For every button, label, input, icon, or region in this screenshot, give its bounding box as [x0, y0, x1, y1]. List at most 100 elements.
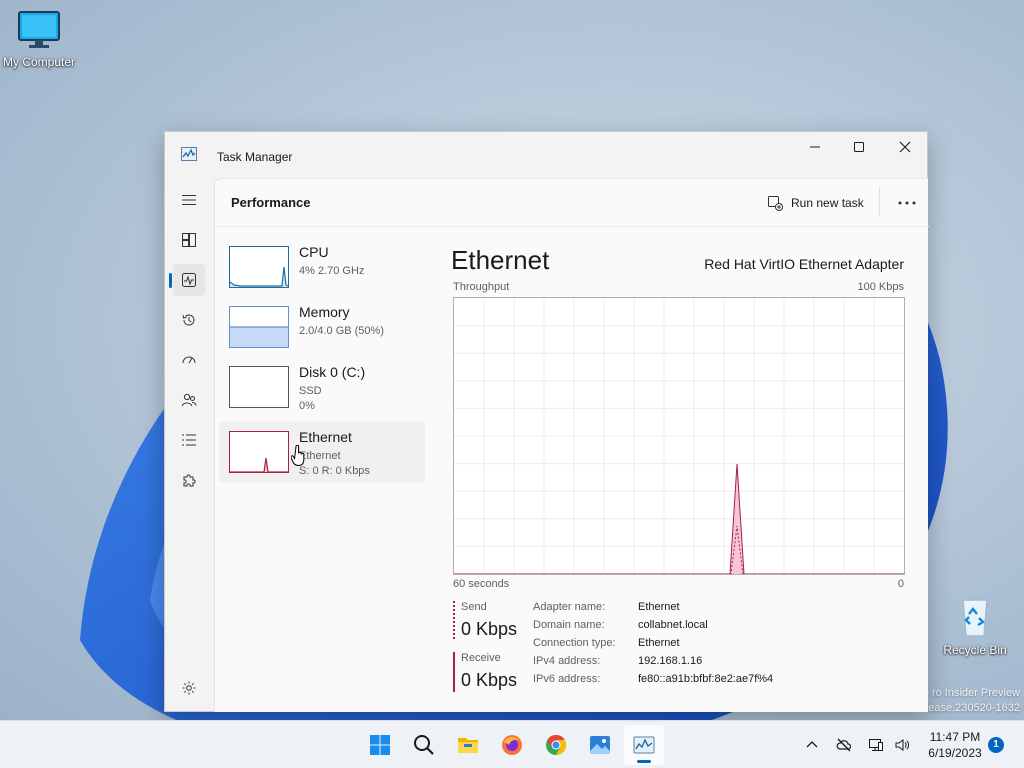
throughput-chart — [454, 298, 904, 574]
send-label: Send — [461, 601, 487, 613]
ethernet-thumbnail-graph — [229, 431, 289, 473]
page-title: Performance — [231, 195, 311, 210]
disk-name: Disk 0 (C:) — [299, 364, 366, 380]
ethernet-throughput: S: 0 R: 0 Kbps — [299, 465, 370, 477]
panel-header: Performance Run new task — [215, 179, 929, 227]
cpu-thumbnail-graph — [229, 246, 289, 288]
services-puzzle-icon — [183, 474, 196, 487]
start-button[interactable] — [360, 725, 400, 765]
property-value: 192.168.1.16 — [638, 655, 703, 667]
nav-app-history[interactable] — [173, 304, 205, 336]
adapter-properties: Adapter name: Ethernet Domain name: collab… — [533, 601, 773, 691]
send-stat: Send 0 Kbps — [453, 601, 525, 641]
windows-logo-icon — [370, 735, 390, 755]
memory-thumbnail-graph — [229, 306, 289, 348]
min-throughput-label: 0 — [897, 578, 904, 590]
send-value: 0 Kbps — [461, 619, 518, 639]
receive-legend-bar — [453, 652, 455, 692]
firefox-button[interactable] — [492, 725, 532, 765]
photos-button[interactable] — [580, 725, 620, 765]
task-manager-app-icon — [181, 147, 197, 161]
folder-icon — [458, 738, 478, 753]
firefox-icon — [502, 735, 522, 755]
chrome-icon — [546, 734, 567, 756]
navigation-rail — [165, 178, 213, 712]
build-watermark: ro Insider Preview lease.230520-1632 — [926, 686, 1020, 716]
resource-memory[interactable]: Memory 2.0/4.0 GB (50%) — [219, 296, 425, 358]
nav-startup-apps[interactable] — [173, 344, 205, 376]
property-key: Connection type: — [533, 637, 616, 649]
nav-details[interactable] — [173, 424, 205, 456]
memory-name: Memory — [299, 304, 350, 320]
file-explorer-button[interactable] — [448, 725, 488, 765]
task-manager-taskbar-button[interactable] — [624, 725, 664, 765]
more-options-button[interactable] — [892, 191, 922, 215]
minimize-icon — [810, 146, 820, 148]
recycle-bin-label: Recycle Bin — [943, 643, 1007, 657]
volume-button[interactable] — [890, 733, 914, 757]
property-key: Adapter name: — [533, 601, 606, 613]
nav-processes[interactable] — [173, 224, 205, 256]
property-row: Domain name: collabnet.local — [533, 619, 773, 637]
run-task-icon — [768, 196, 783, 211]
resource-disk[interactable]: Disk 0 (C:) SSD 0% — [219, 356, 425, 418]
minimize-button[interactable] — [792, 132, 838, 162]
active-indicator — [169, 273, 172, 288]
chrome-button[interactable] — [536, 725, 576, 765]
clock-time: 11:47 PM — [929, 730, 981, 744]
task-manager-taskbar-icon — [633, 736, 655, 754]
resource-ethernet[interactable]: Ethernet Ethernet S: 0 R: 0 Kbps — [219, 421, 425, 483]
receive-stat: Receive 0 Kbps — [453, 652, 525, 692]
window-title: Task Manager — [217, 150, 293, 164]
notification-badge[interactable]: 1 — [988, 737, 1004, 753]
disk-type: SSD — [299, 385, 322, 397]
run-new-task-button[interactable]: Run new task — [767, 191, 864, 215]
nav-users[interactable] — [173, 384, 205, 416]
monitor-icon — [18, 11, 60, 48]
network-button[interactable] — [864, 733, 888, 757]
nav-settings[interactable] — [173, 672, 205, 704]
hamburger-menu-button[interactable] — [173, 184, 205, 216]
network-icon — [869, 739, 883, 751]
onedrive-status-button[interactable] — [832, 733, 856, 757]
property-key: Domain name: — [533, 619, 605, 631]
clock-date: 6/19/2023 — [928, 746, 982, 760]
nav-services[interactable] — [173, 464, 205, 496]
send-line — [454, 525, 904, 574]
performance-icon — [182, 273, 196, 287]
users-icon — [182, 393, 197, 407]
history-icon — [182, 314, 195, 326]
task-manager-window: Task Manager Performance Run new task CP… — [164, 131, 929, 712]
adapter-description: Red Hat VirtIO Ethernet Adapter — [704, 256, 904, 272]
receive-value: 0 Kbps — [461, 670, 518, 690]
cloud-offline-icon — [836, 738, 852, 752]
my-computer-icon[interactable]: My Computer — [0, 10, 79, 69]
maximize-button[interactable] — [836, 132, 882, 162]
recycle-bin-icon[interactable]: Recycle Bin — [935, 596, 1015, 657]
title-bar[interactable]: Task Manager — [165, 132, 927, 178]
my-computer-label: My Computer — [2, 55, 76, 69]
show-hidden-icons-button[interactable] — [800, 733, 824, 757]
property-value: Ethernet — [638, 637, 680, 649]
property-row: Connection type: Ethernet — [533, 637, 773, 655]
performance-panel: Performance Run new task CPU 4% 2.70 GHz — [214, 178, 929, 712]
clock-button[interactable]: 11:47 PM 6/19/2023 — [918, 729, 992, 761]
close-button[interactable] — [882, 132, 928, 162]
run-new-task-label: Run new task — [791, 196, 864, 210]
property-value: fe80::a91b:bfbf:8e2:ae7f%4 — [638, 673, 774, 685]
hamburger-icon — [182, 194, 196, 206]
memory-mini-chart — [230, 326, 288, 347]
taskbar: 11:47 PM 6/19/2023 1 — [0, 720, 1024, 768]
resource-cpu[interactable]: CPU 4% 2.70 GHz — [219, 236, 425, 298]
search-button[interactable] — [404, 725, 444, 765]
property-row: IPv4 address: 192.168.1.16 — [533, 655, 773, 673]
property-row: IPv6 address: fe80::a91b:bfbf:8e2:ae7f%4 — [533, 673, 773, 691]
search-icon — [414, 735, 434, 755]
header-separator — [879, 187, 880, 217]
settings-gear-icon — [182, 681, 196, 695]
property-key: IPv4 address: — [533, 655, 601, 667]
nav-performance[interactable] — [169, 264, 205, 296]
disk-thumbnail-graph — [229, 366, 289, 408]
watermark-line-2: lease.230520-1632 — [925, 702, 1020, 714]
property-row: Adapter name: Ethernet — [533, 601, 773, 619]
